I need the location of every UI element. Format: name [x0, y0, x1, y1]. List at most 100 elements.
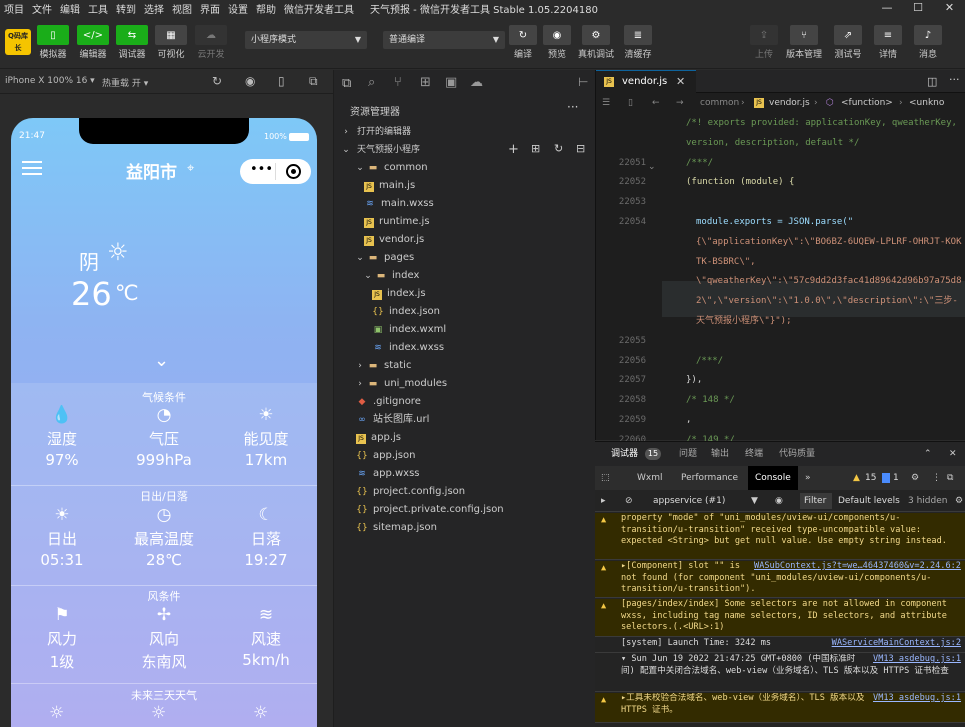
console-message[interactable]: ▲ property "mode" of "uni_modules/uview-u… [595, 513, 965, 560]
compile-button[interactable]: ↻ 编译 [509, 25, 537, 60]
chevron-up-icon[interactable]: ⌃ [924, 442, 932, 466]
minimize-icon[interactable]: — [872, 0, 902, 17]
code-line[interactable]: 22059, [596, 411, 965, 429]
record-icon[interactable]: ◉ [245, 74, 255, 88]
file-item[interactable]: ▣ index.wxml [372, 321, 446, 339]
upload-button[interactable]: ⇪ 上传 [750, 25, 778, 60]
back-icon[interactable]: ← [652, 94, 660, 112]
detail-button[interactable]: ≡ 详情 [874, 25, 902, 60]
split-editor-icon[interactable]: ◫ [927, 75, 937, 88]
menu-file[interactable]: 文件 [28, 1, 56, 16]
tab-debugger[interactable]: 调试器 [611, 442, 638, 466]
close-window-icon[interactable]: ✕ [934, 0, 965, 17]
extensions-icon[interactable]: ⊞ [420, 75, 431, 90]
info-count[interactable]: 1 [893, 466, 899, 490]
rotate-icon[interactable]: ↻ [212, 74, 222, 88]
open-editors-section[interactable]: › 打开的编辑器 [340, 123, 411, 141]
code-line[interactable]: 22054 module.exports = JSON.parse(" [596, 213, 965, 231]
code-line[interactable]: 22056 /***/ [596, 352, 965, 370]
search-icon[interactable]: ⌕ [368, 75, 375, 90]
dock-icon[interactable]: ⧉ [947, 466, 953, 490]
source-link[interactable]: WASubContext.js?t=we…46437460&v=2.24.6:2 [754, 561, 961, 573]
close-panel-icon[interactable]: ✕ [949, 442, 957, 466]
tab-code-quality[interactable]: 代码质量 [779, 442, 815, 466]
test-number-button[interactable]: ⇗ 测试号 [834, 25, 862, 60]
filter-input[interactable]: Filter [800, 493, 832, 509]
code-line[interactable]: 22058 /* 148 */ [596, 391, 965, 409]
code-line[interactable]: \"qweatherKey\":\"57c9dd2d3fac41d89642d9… [596, 272, 965, 290]
new-file-icon[interactable]: + [508, 142, 519, 157]
clear-console-icon[interactable]: ⊘ [625, 490, 633, 512]
file-item[interactable]: JS main.js [364, 177, 415, 195]
list-icon[interactable]: ☰ [602, 94, 610, 112]
preview-button[interactable]: ◉ 预览 [543, 25, 571, 60]
collapse-all-icon[interactable]: ⊟ [576, 142, 585, 155]
clear-cache-button[interactable]: ≣ 清缓存 [624, 25, 652, 60]
simulator-button[interactable]: ▯ 模拟器 [37, 25, 69, 60]
file-item[interactable]: {} app.json [356, 447, 415, 465]
tab-problems[interactable]: 问题 [679, 442, 697, 466]
files-icon[interactable]: ⧉ [342, 76, 351, 91]
menu-goto[interactable]: 转到 [112, 1, 140, 16]
hot-reload-select[interactable]: 热重载 开 ▾ [102, 76, 148, 89]
tab-performance[interactable]: Performance [681, 466, 738, 490]
code-line[interactable]: 2\",\"version\":\"1.0.0\",\"description\… [596, 292, 965, 310]
file-item[interactable]: JS vendor.js [364, 231, 424, 249]
gear-icon[interactable]: ⚙ [955, 490, 963, 512]
visual-button[interactable]: ▦ 可视化 [155, 25, 187, 60]
project-section[interactable]: ⌄ 天气预报小程序 [340, 141, 420, 159]
menu-devtools[interactable]: 微信开发者工具 [280, 1, 358, 16]
popout-icon[interactable]: ⧉ [309, 74, 318, 89]
menu-settings[interactable]: 设置 [224, 1, 252, 16]
menu-help[interactable]: 帮助 [252, 1, 280, 16]
phone-frame-icon[interactable]: ▯ [278, 74, 285, 88]
tab-console[interactable]: Console [755, 466, 791, 490]
tab-output[interactable]: 输出 [711, 442, 729, 466]
menu-interface[interactable]: 界面 [196, 1, 224, 16]
console-message[interactable]: ▲ WASubContext.js?t=we…46437460&v=2.24.6:… [595, 561, 965, 598]
file-item[interactable]: ≋ app.wxss [356, 465, 419, 483]
more-tabs-icon[interactable]: » [805, 466, 811, 490]
file-item[interactable]: ≋ main.wxss [364, 195, 433, 213]
refresh-icon[interactable]: ↻ [554, 142, 563, 155]
warning-count[interactable]: 15 [865, 466, 876, 490]
code-line[interactable]: version, description, default */ [596, 134, 965, 152]
code-line[interactable]: 22057}), [596, 371, 965, 389]
file-item[interactable]: {} index.json [372, 303, 440, 321]
bookmark-icon[interactable]: ▯ [628, 94, 633, 112]
source-link[interactable]: VM13 asdebug.js:1 [873, 654, 961, 666]
file-item[interactable]: JS index.js [372, 285, 426, 303]
tab-wxml[interactable]: Wxml [637, 466, 663, 490]
console-message[interactable]: WAServiceMainContext.js:2 [system] Launch… [595, 638, 965, 653]
eye-icon[interactable]: ◉ [775, 490, 783, 512]
menu-edit[interactable]: 编辑 [56, 1, 84, 16]
code-line[interactable]: 22051 /***/ [596, 154, 965, 172]
console-message[interactable]: VM13 asdebug.js:1 ▾ Sun Jun 19 2022 21:47… [595, 654, 965, 692]
code-line[interactable]: 22053 [596, 193, 965, 211]
menu-tools[interactable]: 工具 [84, 1, 112, 16]
city-name[interactable]: 益阳市 [126, 158, 177, 183]
new-folder-icon[interactable]: ⊞ [531, 142, 540, 155]
code-line[interactable]: /*! exports provided: applicationKey, qw… [596, 114, 965, 132]
mode-select[interactable]: 小程序模式 ▼ [245, 31, 367, 49]
editor-tab[interactable]: JS vendor.js ✕ [596, 70, 696, 93]
git-icon[interactable]: ⑂ [394, 75, 402, 90]
more-icon[interactable]: ··· [567, 100, 578, 114]
file-item[interactable]: {} project.config.json [356, 483, 465, 501]
version-button[interactable]: ⑂ 版本管理 [786, 25, 822, 60]
cloud-icon[interactable]: ☁ [470, 75, 483, 90]
folder-item[interactable]: › ▬ static [356, 357, 411, 375]
breadcrumb-item[interactable]: common [700, 94, 739, 112]
console-message[interactable]: ▲ [pages/index/index] Some selectors are … [595, 599, 965, 637]
file-item[interactable]: ◆ .gitignore [356, 393, 421, 411]
menu-project[interactable]: 项目 [0, 1, 28, 16]
code-line[interactable]: {\"applicationKey\":\"BO6BZ-6UQEW-LPLRF-… [596, 233, 965, 251]
breadcrumb-item[interactable]: vendor.js [769, 94, 810, 112]
maximize-icon[interactable]: ☐ [902, 0, 934, 17]
kebab-menu-icon[interactable]: ⋮ [932, 466, 941, 490]
code-line[interactable]: 22055 [596, 332, 965, 350]
code-line[interactable]: 22052 (function (module) { [596, 173, 965, 191]
cloud-button[interactable]: ☁ 云开发 [195, 25, 227, 60]
file-item[interactable]: ∞ 站长图库.url [356, 411, 429, 429]
file-item[interactable]: JS app.js [356, 429, 401, 447]
